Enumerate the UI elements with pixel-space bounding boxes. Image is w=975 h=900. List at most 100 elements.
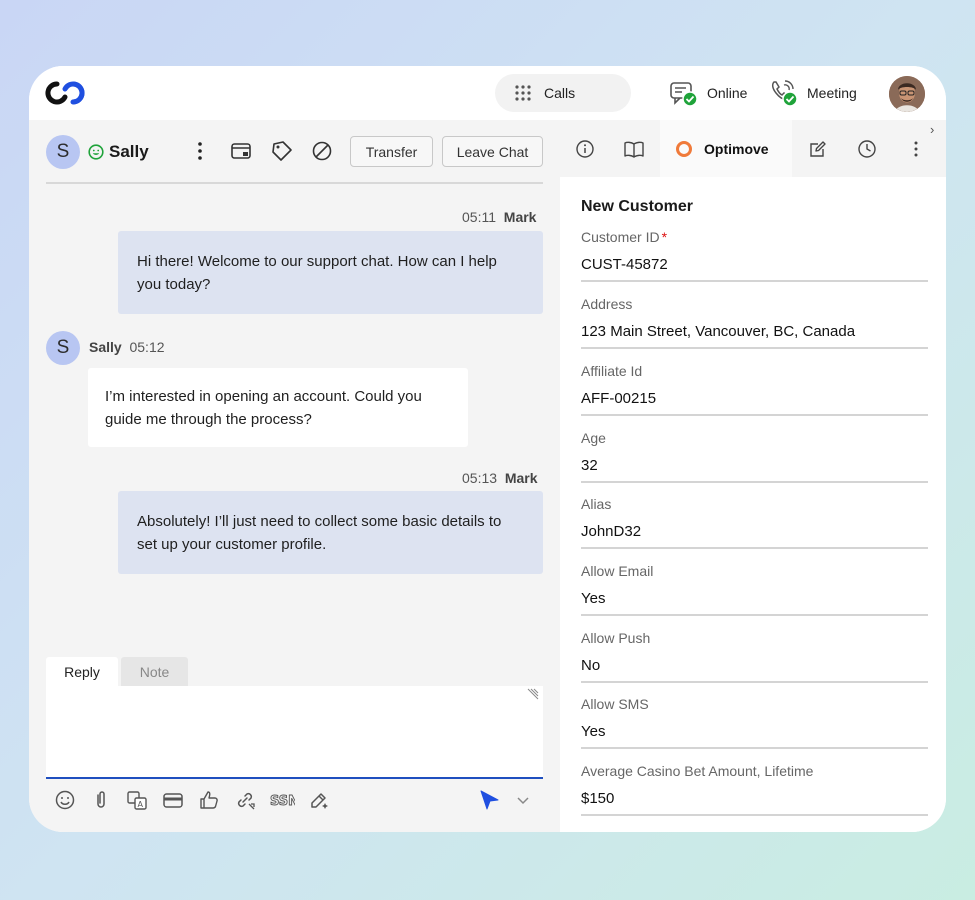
field-underline [581,547,928,549]
logo-icon[interactable] [45,81,85,105]
link-icon[interactable] [233,788,257,812]
field-value: Yes [581,723,606,740]
field-label: Alias [581,496,612,512]
top-bar: Calls Online Meeting [29,66,946,120]
customer-panel: Optimove › New Customer Customer ID * CUS… [560,120,946,832]
field-allow-sms[interactable]: Allow SMS Yes [581,696,928,756]
message-author: Sally [89,339,122,355]
tab-note[interactable]: Note [121,657,188,687]
field-average-casino-bet[interactable]: Average Casino Bet Amount, Lifetime $150 [581,763,928,823]
message-author: Mark [504,470,538,486]
resize-handle-icon[interactable] [527,688,539,700]
contact-avatar[interactable]: S [46,135,80,169]
field-label: Allow Push [581,630,651,646]
chat-status-icon [670,82,698,107]
field-label: Age [581,430,606,446]
message-text: Hi there! Welcome to our support chat. H… [137,253,497,293]
block-icon[interactable] [311,140,333,162]
message-time: 05:12 [129,339,165,355]
field-address[interactable]: Address 123 Main Street, Vancouver, BC, … [581,296,928,356]
form-title: New Customer [581,198,694,215]
phone-status-icon [771,80,798,107]
more-vertical-icon[interactable] [904,137,928,161]
field-allow-email[interactable]: Allow Email Yes [581,563,928,623]
field-underline [581,614,928,616]
magic-pen-icon[interactable] [307,788,331,812]
message-text: Absolutely! I’ll just need to collect so… [137,513,502,553]
tab-reply[interactable]: Reply [46,657,118,687]
field-alias[interactable]: Alias JohnD32 [581,496,928,556]
send-icon[interactable] [477,788,501,812]
tab-optimove[interactable]: Optimove [660,120,792,177]
book-icon[interactable] [622,137,646,161]
side-tabs: Optimove › [560,120,946,177]
chat-header: S Sally Transfer Leave Chat [29,120,560,184]
smiley-status-icon [88,144,104,160]
header-divider [46,182,543,184]
calls-button[interactable]: Calls [495,74,631,112]
field-label: Average Casino Bet Amount, Lifetime [581,763,814,779]
translate-icon[interactable]: A [125,788,149,812]
field-value: AFF-00215 [581,390,657,407]
field-value: $150 [581,790,615,807]
field-allow-push[interactable]: Allow Push No [581,630,928,690]
meeting-status[interactable]: Meeting [769,78,857,108]
field-value: 32 [581,457,598,474]
calls-label: Calls [544,85,576,101]
field-affiliate-id[interactable]: Affiliate Id AFF-00215 [581,363,928,423]
meeting-label: Meeting [807,85,857,101]
message-text: I’m interested in opening an account. Co… [105,388,422,428]
leave-chat-button[interactable]: Leave Chat [442,136,543,167]
field-customer-id[interactable]: Customer ID * CUST-45872 [581,229,928,289]
message-meta: Sally 05:12 [89,339,165,355]
info-icon[interactable] [573,137,597,161]
message-meta: 05:11 Mark [462,209,536,225]
field-label: Allow Email [581,563,654,579]
window-icon[interactable] [230,140,252,162]
user-avatar[interactable] [889,76,925,112]
user-avatar-image [889,76,925,112]
field-underline [581,681,928,683]
app-window: Calls Online Meeting S Sally Transfer Le… [29,66,946,832]
attachment-icon[interactable] [89,788,113,812]
dialpad-icon [515,85,531,101]
agent-message-bubble: Hi there! Welcome to our support chat. H… [118,231,543,314]
reply-input[interactable] [46,686,543,779]
field-label: Address [581,296,633,312]
card-icon[interactable] [161,788,185,812]
field-value: 123 Main Street, Vancouver, BC, Canada [581,323,856,340]
transfer-button[interactable]: Transfer [350,136,433,167]
customer-avatar: S [46,331,80,365]
field-age[interactable]: Age 32 [581,430,928,490]
more-vertical-icon[interactable] [189,140,211,162]
emoji-icon[interactable] [53,788,77,812]
ssn-icon[interactable]: SSN [269,788,295,812]
message-author: Mark [503,209,537,225]
field-label: Affiliate Id [581,363,643,379]
field-value: CUST-45872 [581,256,668,273]
svg-text:A: A [138,800,144,809]
field-underline [581,414,928,416]
tag-icon[interactable] [271,140,293,162]
online-status[interactable]: Online [669,78,747,108]
svg-text:SSN: SSN [270,794,295,809]
message-time: 05:13 [462,470,498,486]
field-underline [581,347,928,349]
field-value: No [581,657,601,674]
history-icon[interactable] [855,137,879,161]
field-label: Allow SMS [581,696,649,712]
edit-icon[interactable] [806,137,830,161]
chat-panel: S Sally Transfer Leave Chat 05:11 Mark H… [29,120,560,832]
field-label-text: Customer ID [581,229,660,245]
message-meta: 05:13 Mark [462,470,538,486]
field-label: Customer ID * [581,229,667,245]
online-label: Online [707,85,748,101]
composer-tabs: Reply Note [46,657,188,687]
chevron-right-icon[interactable]: › [930,122,934,137]
chevron-down-icon[interactable] [511,788,535,812]
thumbs-up-icon[interactable] [197,788,221,812]
field-value: Yes [581,590,606,607]
field-value: JohnD32 [581,523,642,540]
contact-name-label: Sally [109,142,149,161]
contact-name[interactable]: Sally [88,142,149,162]
